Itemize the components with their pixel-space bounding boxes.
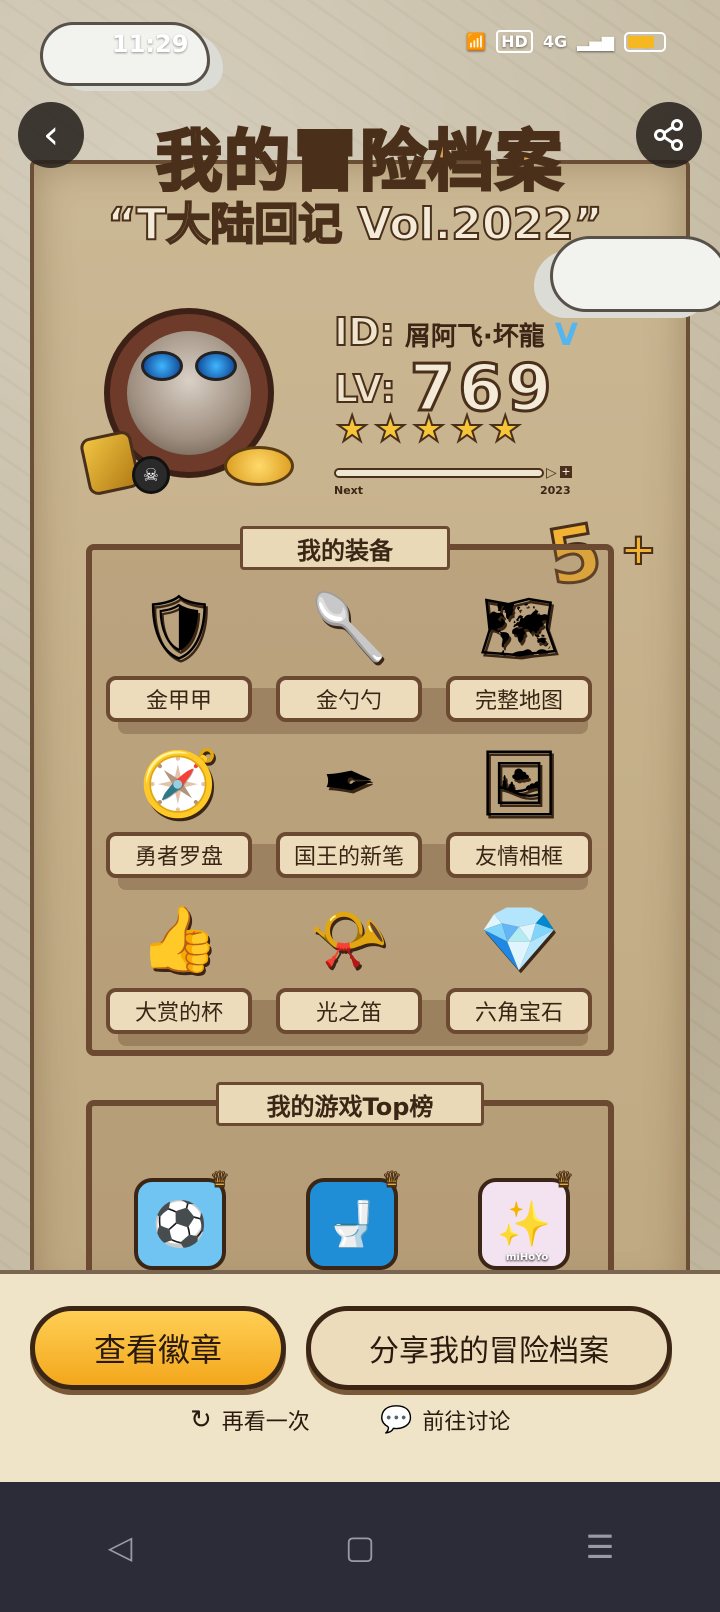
invisible-pen-icon: ✒ (322, 746, 376, 820)
star-icon: ★ (373, 409, 407, 450)
status-icons: 📶 HD 4G ▂▄▆ (466, 30, 666, 53)
discuss-link[interactable]: 💬 前往讨论 (380, 1404, 510, 1436)
thumbs-up-trophy-icon: 👍 (139, 902, 219, 977)
compass-icon: 🧭 (139, 746, 219, 821)
progress-next-label: Next (334, 484, 364, 497)
equipment-item-label: 大赏的杯 (106, 988, 252, 1034)
nav-menu-icon[interactable]: ☰ (570, 1528, 630, 1566)
equipment-grid: 🛡 金甲甲 🥄 金勺勺 🗺 完整地图 🧭 勇者罗盘 ✒ 国王的新笔 🖼 友情相框 👍 大赏的杯 📯 光之笛 💎 六… (104, 572, 598, 1046)
whistle-icon: 📯 (309, 902, 389, 977)
user-name: 屑阿飞·坏龍 (404, 322, 545, 352)
replay-label: 再看一次 (221, 1410, 310, 1435)
equipment-item[interactable]: 💎 六角宝石 (444, 884, 594, 1034)
level-progress: ▷ + (334, 465, 572, 482)
crown-icon: ♛ (382, 1168, 403, 1194)
chat-bubble-icon: 💬 (380, 1405, 413, 1435)
star-icon: ★ (412, 409, 446, 450)
progress-track (334, 468, 544, 478)
progress-arrow-icon: ▷ (546, 465, 557, 481)
golden-spoon-icon: 🥄 (309, 590, 389, 665)
equipment-item-label: 国王的新笔 (276, 832, 422, 878)
back-button[interactable]: ‹ (18, 102, 84, 168)
share-icon (654, 119, 683, 151)
progress-year-label: 2023 (540, 484, 571, 497)
equipment-item-label: 金甲甲 (106, 676, 252, 722)
avatar[interactable]: ☠ (78, 308, 294, 498)
equipment-item[interactable]: 🧭 勇者罗盘 (104, 728, 254, 878)
status-time: 11:29 (112, 30, 189, 58)
id-row: ID: 屑阿飞·坏龍 V (333, 309, 578, 355)
replay-icon: ↻ (190, 1405, 212, 1435)
star-rating: ★ ★ ★ ★ ★ (335, 409, 522, 450)
equipment-item-label: 光之笛 (276, 988, 422, 1034)
replay-link[interactable]: ↻ 再看一次 (190, 1404, 310, 1436)
equipment-item[interactable]: 📯 光之笛 (274, 884, 424, 1034)
gold-coins-icon (224, 446, 294, 486)
verified-icon: V (554, 318, 578, 353)
share-button[interactable] (636, 102, 702, 168)
equipment-item[interactable]: 🖼 友情相框 (444, 728, 594, 878)
status-bar: 11:29 📶 HD 4G ▂▄▆ (0, 0, 720, 90)
equipment-item-label: 友情相框 (446, 832, 592, 878)
equipment-item-label: 金勺勺 (276, 676, 422, 722)
photo-frame-icon: 🖼 (478, 746, 560, 821)
progress-fill (336, 470, 532, 476)
golden-armor-icon: 🛡 (138, 590, 220, 665)
equipment-item[interactable]: 🗺 完整地图 (444, 572, 594, 722)
hexagon-gem-icon: 💎 (479, 902, 559, 977)
page-subtitle: “T大陆回记 Vol.2022” (106, 198, 603, 251)
goggles-icon (141, 351, 237, 381)
nav-home-icon[interactable]: ▢ (330, 1528, 390, 1566)
star-icon: ★ (450, 409, 484, 450)
plus-icon: + (560, 465, 572, 478)
hd-indicator: HD (496, 30, 533, 53)
battery-icon (624, 31, 666, 52)
level-label: LV: (333, 366, 397, 412)
crown-icon: ♛ (210, 1168, 231, 1194)
view-badges-button[interactable]: 查看徽章 (30, 1306, 286, 1390)
equipment-item[interactable]: 🛡 金甲甲 (104, 572, 254, 722)
star-icon: ★ (488, 409, 522, 450)
equipment-item[interactable]: ✒ 国王的新笔 (274, 728, 424, 878)
network-indicator: 4G (542, 32, 568, 51)
adventure-profile-screen: 11:29 📶 HD 4G ▂▄▆ ‹ 我的冒险档案 “T大陆回记 Vol.20… (0, 0, 720, 1612)
id-label: ID: (333, 309, 396, 355)
equipment-item-label: 勇者罗盘 (106, 832, 252, 878)
equipment-item[interactable]: 👍 大赏的杯 (104, 884, 254, 1034)
equipment-item-label: 完整地图 (446, 676, 592, 722)
crown-icon: ♛ (554, 1168, 575, 1194)
chevron-left-icon: ‹ (43, 112, 59, 158)
star-icon: ★ (335, 409, 369, 450)
system-nav-bar: ◁ ▢ ☰ (0, 1482, 720, 1612)
nav-back-icon[interactable]: ◁ (90, 1528, 150, 1566)
game-app-caption: miHoYo (506, 1252, 549, 1263)
share-profile-button[interactable]: 分享我的冒险档案 (306, 1306, 672, 1390)
avatar-cat-image (127, 331, 251, 455)
equipment-section-title: 我的装备 (240, 526, 450, 570)
bomb-icon: ☠ (132, 456, 170, 494)
game-top-section-title: 我的游戏Top榜 (216, 1082, 484, 1126)
rank-badge-plus: + (619, 523, 658, 576)
signal-icon: ▂▄▆ (577, 32, 614, 51)
discuss-label: 前往讨论 (422, 1410, 511, 1435)
wifi-icon: 📶 (466, 32, 487, 51)
equipment-item-label: 六角宝石 (446, 988, 592, 1034)
equipment-item[interactable]: 🥄 金勺勺 (274, 572, 424, 722)
map-scroll-icon: 🗺 (478, 590, 560, 665)
battery-level (628, 35, 654, 48)
